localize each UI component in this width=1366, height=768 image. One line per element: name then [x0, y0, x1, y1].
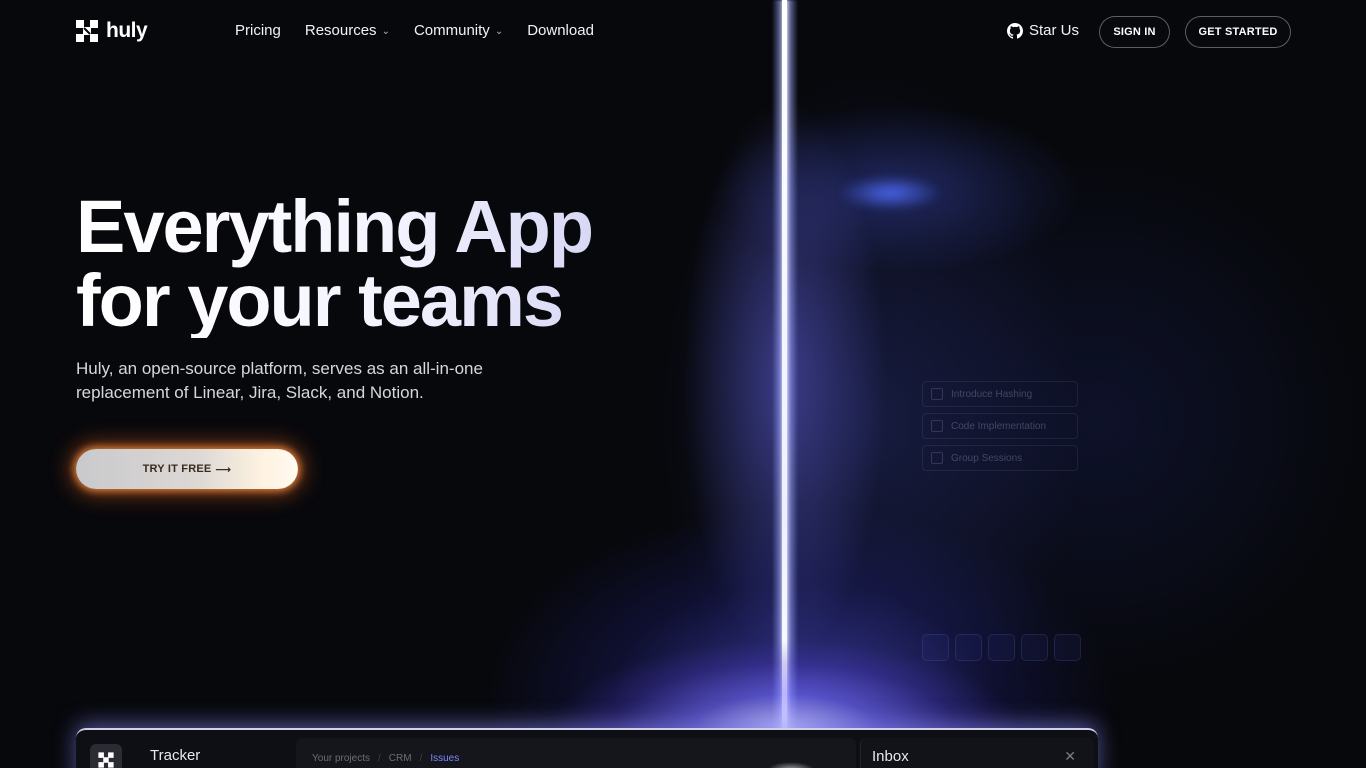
app-section-title: Tracker: [150, 747, 201, 764]
nav-item-pricing[interactable]: Pricing: [235, 22, 281, 39]
ghost-icon-bar: [922, 634, 1081, 661]
brand-logo[interactable]: huly: [74, 18, 148, 44]
breadcrumb-separator: /: [419, 753, 423, 764]
board-icon: [922, 634, 949, 661]
ghost-task-label: Group Sessions: [951, 452, 1023, 464]
nav-item-label: Resources: [304, 22, 377, 39]
nav-item-label: Download: [527, 22, 594, 39]
breadcrumb-item[interactable]: Your projects: [312, 753, 370, 768]
hero-subtitle-line: Huly, an open-source platform, serves as…: [76, 359, 483, 378]
hero-subtitle: Huly, an open-source platform, serves as…: [76, 357, 546, 405]
sign-in-button[interactable]: SIGN IN: [1099, 16, 1170, 48]
checkbox-icon: [931, 420, 943, 432]
arrow-right-icon: ⟶: [215, 463, 232, 476]
brand-name: huly: [106, 19, 148, 42]
checkbox-icon: [931, 452, 943, 464]
hero-title: Everything App for your teams: [76, 190, 592, 338]
close-icon[interactable]: ✕: [1064, 748, 1076, 765]
blue-glow-streak: [830, 168, 960, 218]
ghost-task-label: Introduce Hashing: [951, 388, 1033, 400]
breadcrumb-item-active[interactable]: Issues: [430, 753, 459, 768]
nav-item-resources[interactable]: Resources ⌄: [305, 22, 390, 39]
inbox-title: Inbox: [872, 748, 909, 765]
chevron-down-icon: ⌄: [494, 26, 504, 37]
avatar: [756, 756, 826, 768]
app-logo: [90, 744, 122, 768]
document-icon: [1054, 634, 1081, 661]
hero-title-line: for your teams: [76, 259, 563, 342]
cta-label: TRY IT FREE: [142, 463, 212, 475]
hero-subtitle-line: replacement of Linear, Jira, Slack, and …: [76, 383, 424, 402]
hero-title-line: Everything App: [76, 185, 593, 268]
site-header: huly Pricing Resources ⌄ Community ⌄ Dow…: [0, 0, 1366, 64]
github-icon: [1007, 22, 1023, 39]
huly-logo-icon: [76, 20, 98, 42]
try-it-free-button[interactable]: TRY IT FREE ⟶: [76, 449, 298, 489]
checkbox-icon: [931, 388, 943, 400]
star-us-label: Star Us: [1029, 22, 1080, 39]
nav-item-download[interactable]: Download: [527, 22, 594, 39]
list-icon: [955, 634, 982, 661]
star-us-link[interactable]: Star Us: [1007, 22, 1079, 39]
main-nav: Pricing Resources ⌄ Community ⌄ Download: [235, 22, 594, 39]
inbox-panel: Inbox ✕: [860, 738, 1094, 768]
nav-item-label: Pricing: [235, 22, 281, 39]
ghost-task-row: Group Sessions: [922, 445, 1078, 471]
ghost-task-row: Introduce Hashing: [922, 381, 1078, 407]
breadcrumb-separator: /: [378, 753, 381, 764]
chevron-down-icon: ⌄: [381, 26, 390, 37]
ghost-task-label: Code Implementation: [951, 420, 1047, 432]
huly-logo-icon: [98, 752, 114, 768]
ghost-task-row: Code Implementation: [922, 413, 1078, 439]
app-preview: Tracker Your projects / CRM / Issues Inb…: [76, 728, 1098, 768]
breadcrumb-item[interactable]: CRM: [389, 753, 412, 768]
get-started-button[interactable]: GET STARTED: [1185, 16, 1291, 48]
nav-item-community[interactable]: Community ⌄: [414, 22, 503, 39]
folder-icon: [988, 634, 1015, 661]
nav-item-label: Community: [413, 22, 490, 39]
chat-icon: [1021, 634, 1048, 661]
